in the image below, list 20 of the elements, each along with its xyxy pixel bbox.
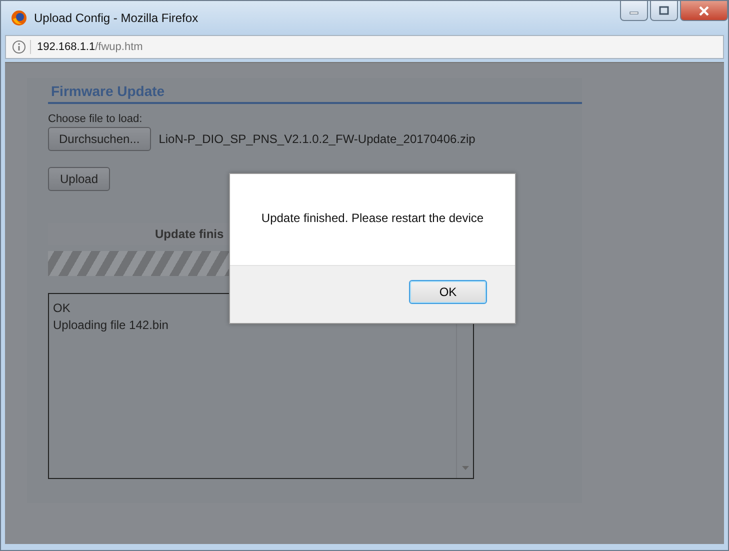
file-label: Choose file to load: [48, 113, 144, 125]
close-icon[interactable] [698, 6, 710, 16]
log-line: Uploading file 142.bin [53, 317, 170, 334]
file-name: LioN-P_DIO_SP_PNS_V2.1.0.2_FW-Update_20170406.zip [158, 132, 476, 146]
window-title: Upload Config - Mozilla Firefox [34, 11, 198, 25]
browse-button[interactable]: Durchsuchen... [48, 127, 151, 151]
info-icon[interactable] [12, 40, 31, 54]
maximize-button[interactable] [650, 1, 678, 21]
maximize-icon[interactable] [659, 6, 669, 15]
close-button[interactable] [680, 1, 728, 21]
address-bar[interactable]: 192.168.1.1/fwup.htm [5, 35, 724, 59]
panel-heading: Firmware Update [48, 83, 582, 104]
dialog-message: Update finished. Please restart the device [261, 211, 484, 225]
minimize-button[interactable] [620, 1, 648, 21]
ok-button[interactable]: OK [409, 280, 487, 304]
log-line: OK [53, 300, 72, 317]
url-text: 192.168.1.1/fwup.htm [37, 41, 143, 53]
status-text: Update finis [155, 227, 224, 241]
browser-logo-icon [11, 10, 27, 26]
upload-button[interactable]: Upload [48, 167, 110, 191]
